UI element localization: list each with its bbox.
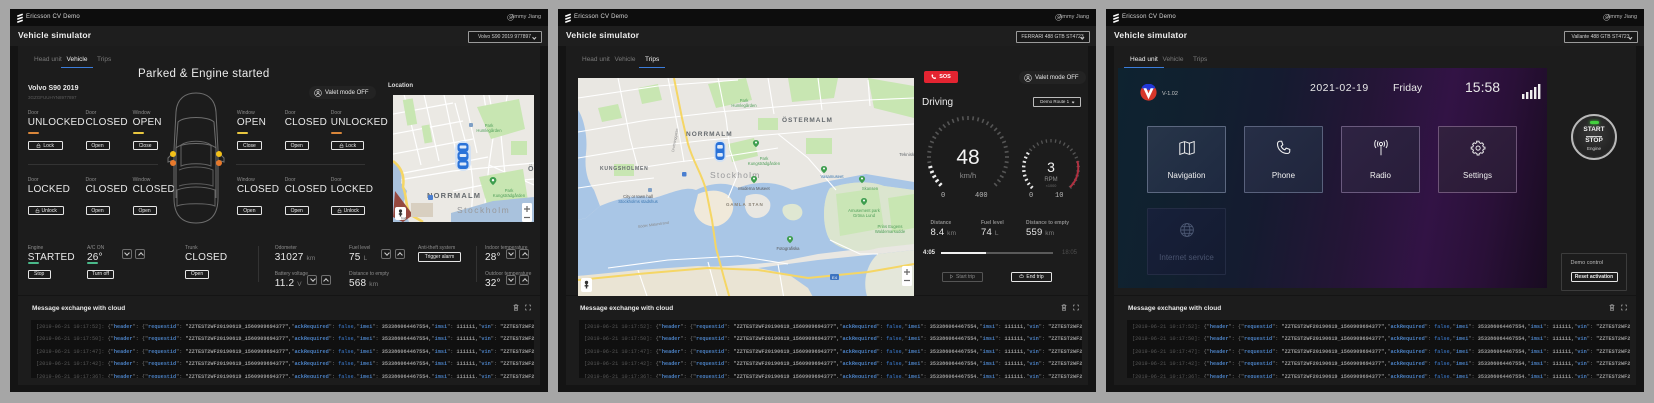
svg-text:Kungsträdgården: Kungsträdgården: [748, 161, 781, 166]
svg-text:KUNGSHOLMEN: KUNGSHOLMEN: [600, 166, 649, 172]
svg-text:Waldemarsudde: Waldemarsudde: [875, 229, 906, 234]
svg-text:hall: hall: [401, 217, 407, 221]
svg-text:Stockholms stadshus: Stockholms stadshus: [618, 199, 658, 204]
svg-text:GAMLA STAN: GAMLA STAN: [726, 202, 764, 207]
svg-text:ÖSTERMALM: ÖSTERMALM: [782, 115, 833, 124]
svg-text:Fotografiska: Fotografiska: [776, 246, 800, 251]
svg-text:RPM: RPM: [1044, 177, 1057, 183]
svg-text:Tekniska: Tekniska: [899, 152, 914, 157]
svg-text:Gröna Lund: Gröna Lund: [853, 213, 876, 218]
svg-text:E4: E4: [832, 275, 838, 280]
svg-text:Humlegården: Humlegården: [476, 128, 502, 133]
svg-text:Stockholm: Stockholm: [457, 205, 510, 215]
svg-text:NORRMALM: NORRMALM: [686, 131, 733, 138]
svg-text:km/h: km/h: [960, 171, 976, 180]
svg-text:48: 48: [956, 146, 979, 169]
svg-text:Skansen: Skansen: [862, 186, 879, 191]
svg-text:Moderna Museet: Moderna Museet: [738, 186, 770, 191]
svg-text:Kungsträdgården: Kungsträdgården: [493, 193, 526, 198]
svg-text:3: 3: [1047, 159, 1055, 175]
svg-text:Vasamuseet: Vasamuseet: [821, 174, 845, 179]
svg-text:ÖS: ÖS: [528, 164, 534, 173]
svg-text:NORRMALM: NORRMALM: [427, 191, 481, 200]
svg-text:Humlegården: Humlegården: [731, 103, 757, 108]
svg-text:×1000: ×1000: [1046, 184, 1057, 188]
